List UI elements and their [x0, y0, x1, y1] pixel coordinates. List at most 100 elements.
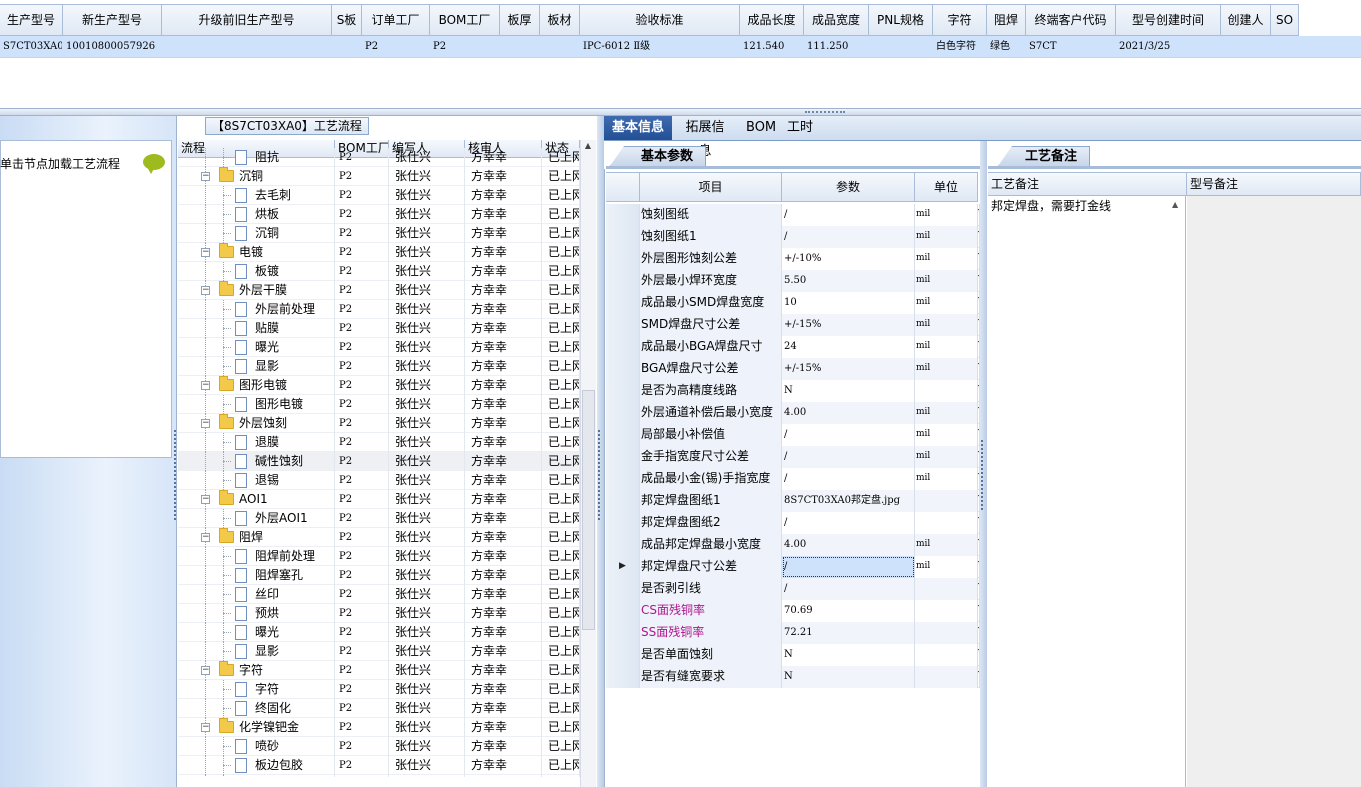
- tree-node[interactable]: − 外层蚀刻: [178, 414, 335, 433]
- tree-folder-row[interactable]: − AOI1 P2张仕兴方幸幸已上网: [178, 490, 580, 509]
- tree-node[interactable]: 曝光: [178, 623, 335, 642]
- tree-cell-status[interactable]: 已上网: [542, 623, 580, 642]
- param-unit-cell[interactable]: mil: [915, 314, 978, 336]
- tree-cell-reviewer[interactable]: 方幸幸: [465, 623, 542, 642]
- param-value-cell[interactable]: +/-10%: [782, 248, 915, 270]
- tree-cell-bom[interactable]: P2: [335, 623, 389, 642]
- collapse-toggle-icon[interactable]: −: [201, 419, 210, 428]
- top-grid-cell[interactable]: [1221, 36, 1271, 57]
- tree-cell-writer[interactable]: 张仕兴: [389, 148, 465, 167]
- tree-cell-writer[interactable]: 张仕兴: [389, 509, 465, 528]
- tree-cell-writer[interactable]: 张仕兴: [389, 661, 465, 680]
- tree-folder-row[interactable]: − 字符 P2张仕兴方幸幸已上网: [178, 661, 580, 680]
- tree-cell-writer[interactable]: 张仕兴: [389, 224, 465, 243]
- tab-bom[interactable]: BOM: [740, 116, 776, 140]
- tree-cell-bom[interactable]: P2: [335, 585, 389, 604]
- top-grid-cell[interactable]: [332, 36, 362, 57]
- top-grid-header-cell[interactable]: 成品长度: [740, 5, 804, 35]
- tree-step-row[interactable]: 字符 P2张仕兴方幸幸已上网: [178, 680, 580, 699]
- tree-cell-reviewer[interactable]: 方幸幸: [465, 528, 542, 547]
- tree-step-row[interactable]: 贴膜 P2张仕兴方幸幸已上网: [178, 319, 580, 338]
- top-grid-cell[interactable]: 10010800057926: [63, 36, 162, 57]
- row-indicator[interactable]: [606, 446, 640, 468]
- tree-cell-reviewer[interactable]: 方幸幸: [465, 433, 542, 452]
- top-grid-header-cell[interactable]: BOM工厂: [430, 5, 500, 35]
- params-header-value[interactable]: 参数: [782, 173, 915, 202]
- tree-node[interactable]: 终固化: [178, 699, 335, 718]
- tree-node[interactable]: 阻焊塞孔: [178, 566, 335, 585]
- tree-cell-reviewer[interactable]: 方幸幸: [465, 661, 542, 680]
- top-grid-cell[interactable]: 121.540: [740, 36, 804, 57]
- tree-node[interactable]: 阻抗: [178, 148, 335, 167]
- tree-cell-writer[interactable]: 张仕兴: [389, 186, 465, 205]
- param-value-cell[interactable]: /: [782, 424, 915, 446]
- tab-basic-params[interactable]: 基本参数: [610, 146, 707, 166]
- tree-cell-bom[interactable]: P2: [335, 528, 389, 547]
- row-indicator[interactable]: [606, 534, 640, 556]
- tree-cell-writer[interactable]: 张仕兴: [389, 737, 465, 756]
- tree-cell-writer[interactable]: 张仕兴: [389, 433, 465, 452]
- row-indicator[interactable]: [606, 600, 640, 622]
- row-indicator[interactable]: [606, 314, 640, 336]
- tree-cell-writer[interactable]: 张仕兴: [389, 300, 465, 319]
- tree-node[interactable]: 板镀: [178, 262, 335, 281]
- top-grid-header-cell[interactable]: 生产型号: [0, 5, 63, 35]
- param-value-cell[interactable]: N: [782, 644, 915, 666]
- param-row[interactable]: 成品邦定焊盘最小宽度4.00milY: [606, 534, 980, 556]
- tree-step-row[interactable]: 外层AOI1 P2张仕兴方幸幸已上网: [178, 509, 580, 528]
- tree-step-row[interactable]: 显影 P2张仕兴方幸幸已上网: [178, 642, 580, 661]
- collapse-toggle-icon[interactable]: −: [201, 172, 210, 181]
- param-row[interactable]: 是否剥引线/Y: [606, 578, 980, 600]
- tree-cell-writer[interactable]: 张仕兴: [389, 395, 465, 414]
- tree-cell-writer[interactable]: 张仕兴: [389, 680, 465, 699]
- tree-cell-bom[interactable]: P2: [335, 338, 389, 357]
- tree-cell-reviewer[interactable]: 方幸幸: [465, 148, 542, 167]
- tree-node[interactable]: − 图形电镀: [178, 376, 335, 395]
- param-unit-cell[interactable]: [915, 600, 978, 622]
- tree-cell-writer[interactable]: 张仕兴: [389, 471, 465, 490]
- tree-step-row[interactable]: 板镀 P2张仕兴方幸幸已上网: [178, 262, 580, 281]
- row-indicator[interactable]: [606, 292, 640, 314]
- tree-cell-bom[interactable]: P2: [335, 547, 389, 566]
- top-grid-data-row[interactable]: S7CT03XA0 10010800057926 P2 P2 IPC-6012 Ⅱ级 12…: [0, 36, 1361, 57]
- tree-cell-bom[interactable]: P2: [335, 661, 389, 680]
- tree-node[interactable]: 阻焊前处理: [178, 547, 335, 566]
- param-unit-cell[interactable]: mil: [915, 402, 978, 424]
- tree-cell-reviewer[interactable]: 方幸幸: [465, 680, 542, 699]
- tree-cell-bom[interactable]: P2: [335, 566, 389, 585]
- top-grid-header-cell[interactable]: 字符: [933, 5, 987, 35]
- tree-cell-status[interactable]: 已上网: [542, 414, 580, 433]
- tree-cell-status[interactable]: 已上网: [542, 376, 580, 395]
- tree-cell-reviewer[interactable]: 方幸幸: [465, 585, 542, 604]
- tree-step-row[interactable]: 丝印 P2张仕兴方幸幸已上网: [178, 585, 580, 604]
- top-grid-cell[interactable]: P2: [362, 36, 430, 57]
- tree-cell-bom[interactable]: P2: [335, 205, 389, 224]
- tree-cell-bom[interactable]: P2: [335, 433, 389, 452]
- tree-cell-reviewer[interactable]: 方幸幸: [465, 547, 542, 566]
- param-unit-cell[interactable]: mil: [915, 556, 978, 578]
- process-tree-scrollbar-thumb[interactable]: [582, 390, 595, 630]
- top-grid-header-cell[interactable]: 新生产型号: [63, 5, 162, 35]
- tree-step-row[interactable]: 沉铜 P2张仕兴方幸幸已上网: [178, 224, 580, 243]
- param-value-cell[interactable]: /: [782, 226, 915, 248]
- param-row[interactable]: 蚀刻图纸/milY: [606, 204, 980, 226]
- top-grid-cell[interactable]: 111.250: [804, 36, 869, 57]
- tree-cell-bom[interactable]: P2: [335, 604, 389, 623]
- param-unit-cell[interactable]: mil: [915, 292, 978, 314]
- tree-node[interactable]: 烘板: [178, 205, 335, 224]
- tree-cell-reviewer[interactable]: 方幸幸: [465, 490, 542, 509]
- tree-cell-reviewer[interactable]: 方幸幸: [465, 243, 542, 262]
- collapse-toggle-icon[interactable]: −: [201, 381, 210, 390]
- tree-cell-writer[interactable]: 张仕兴: [389, 281, 465, 300]
- tree-cell-reviewer[interactable]: 方幸幸: [465, 281, 542, 300]
- row-indicator[interactable]: [606, 468, 640, 490]
- tree-cell-bom[interactable]: P2: [335, 243, 389, 262]
- param-row[interactable]: SS面残铜率72.21Y: [606, 622, 980, 644]
- param-value-cell[interactable]: /: [782, 578, 915, 600]
- param-value-cell[interactable]: 8S7CT03XA0邦定盘.jpg: [782, 490, 915, 512]
- param-row[interactable]: 局部最小补偿值/milY: [606, 424, 980, 446]
- tree-cell-writer[interactable]: 张仕兴: [389, 490, 465, 509]
- tree-step-row[interactable]: 图形电镀 P2张仕兴方幸幸已上网: [178, 395, 580, 414]
- tree-cell-reviewer[interactable]: 方幸幸: [465, 224, 542, 243]
- tree-cell-bom[interactable]: P2: [335, 186, 389, 205]
